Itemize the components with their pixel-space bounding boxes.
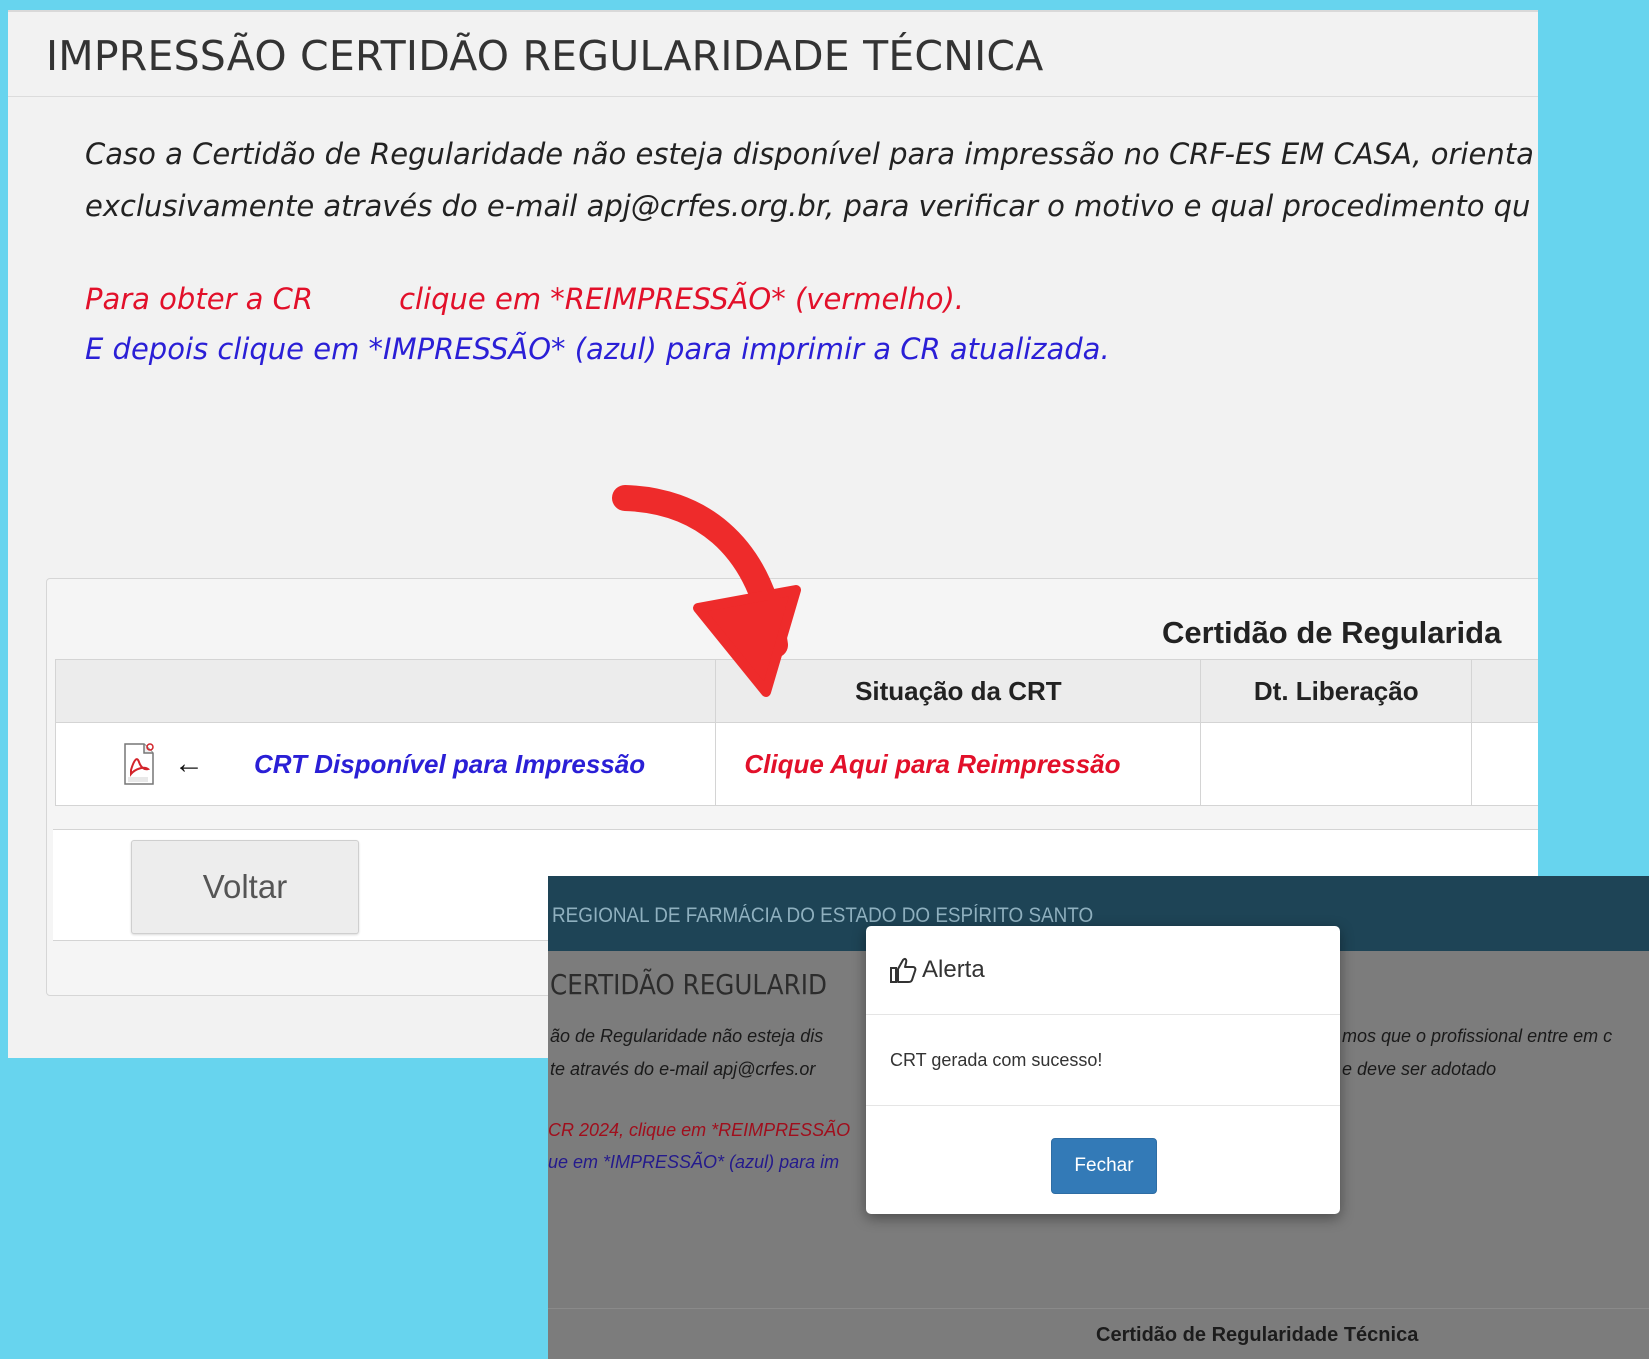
modal-message: CRT gerada com sucesso! [890, 1049, 1103, 1070]
success-screenshot: REGIONAL DE FARMÁCIA DO ESTADO DO ESPÍRI… [548, 876, 1649, 1359]
background-page-title: CERTIDÃO REGULARID [550, 968, 827, 1001]
alert-modal: Alerta CRT gerada com sucesso! Fechar [866, 926, 1340, 1214]
thumbs-up-icon [890, 958, 917, 983]
table-row: ← CRT Disponível para Impressão Clique A… [54, 722, 1538, 806]
reprint-instruction-part2: clique em *REIMPRESSÃO* (vermelho). [399, 282, 965, 316]
background-line-1-left: ão de Regularidade não esteja dis [550, 1026, 824, 1046]
modal-title: Alerta [922, 956, 985, 983]
reprint-instruction-part1: Para obter a CR [85, 282, 314, 316]
background-line-1-right: mos que o profissional entre em c [1342, 1026, 1613, 1046]
background-divider [548, 1308, 1649, 1309]
background-line-2-left: te através do e-mail apj@crfes.or [550, 1059, 816, 1079]
arrow-left-icon: ← [174, 747, 204, 780]
print-instruction: E depois clique em *IMPRESSÃO* (azul) pa… [85, 332, 1110, 366]
page-title: IMPRESSÃO CERTIDÃO REGULARIDADE TÉCNICA [46, 32, 1044, 80]
curved-arrow-icon [612, 485, 801, 697]
background-red-instruction: CR 2024, clique em *REIMPRESSÃO [548, 1120, 851, 1140]
background-line-2-right: e deve ser adotado [1342, 1059, 1497, 1079]
reprint-instruction: Para obter a CR clique em *REIMPRESSÃO* (… [85, 282, 964, 316]
organization-name: REGIONAL DE FARMÁCIA DO ESTADO DO ESPÍRI… [552, 904, 1094, 927]
panel-title: Certidão de Regularida [1162, 615, 1502, 650]
title-divider [8, 96, 1538, 97]
actions-cell: ← CRT Disponível para Impressão [54, 722, 717, 806]
extra-cell [1471, 722, 1538, 806]
status-cell: Clique Aqui para Reimpressão [715, 722, 1202, 806]
modal-body: CRT gerada com sucesso! [866, 1015, 1340, 1106]
close-button[interactable]: Fechar [1051, 1138, 1157, 1194]
notice-line-1: Caso a Certidão de Regularidade não este… [85, 137, 1534, 171]
background-blue-instruction: ue em *IMPRESSÃO* (azul) para im [548, 1152, 840, 1172]
column-header-release-date: Dt. Liberação [1200, 659, 1473, 723]
modal-header: Alerta [866, 926, 1340, 1015]
print-certificate-link[interactable]: CRT Disponível para Impressão [254, 749, 645, 780]
notice-line-2: exclusivamente através do e-mail apj@crf… [85, 189, 1531, 223]
column-header-extra [1471, 659, 1538, 723]
notice-text: Caso a Certidão de Regularidade não este… [85, 128, 1538, 232]
reprint-certificate-link[interactable]: Clique Aqui para Reimpressão [716, 749, 1120, 779]
pdf-icon[interactable] [122, 742, 156, 786]
background-table-title: Certidão de Regularidade Técnica [1096, 1324, 1419, 1346]
release-date-cell [1200, 722, 1473, 806]
back-button[interactable]: Voltar [131, 840, 359, 934]
